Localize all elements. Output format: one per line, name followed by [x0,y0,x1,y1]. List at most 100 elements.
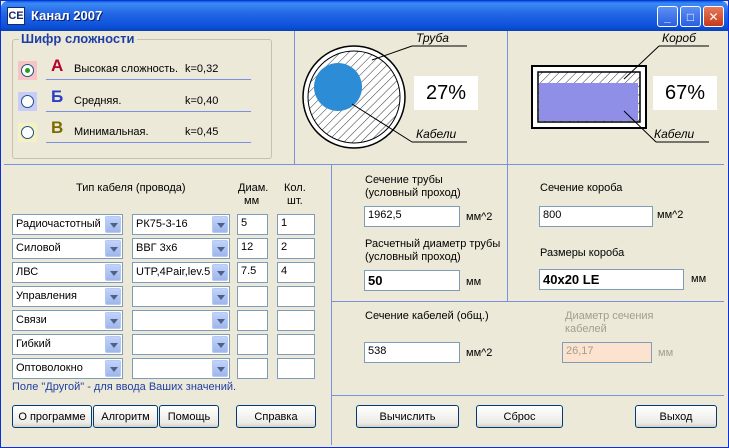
cable-mark-select[interactable]: РК75-3-16 [132,214,230,235]
complexity-b-radio[interactable] [21,95,34,108]
pipe-section-unit: мм^2 [466,211,493,223]
box-fill-percent: 67% [653,76,717,110]
complexity-c-underline [46,142,251,143]
cable-type-select[interactable]: ЛВС [12,262,123,283]
pipe-diameter-label-2: (условный проход) [365,251,461,263]
cable-mark-select[interactable]: UTP,4Pair,lev.5 [132,262,230,283]
cable-diameter-input[interactable]: 5 [237,214,268,235]
chevron-down-icon[interactable] [212,264,228,281]
complexity-c-radio[interactable] [21,126,34,139]
hint-text: Поле "Другой" - для ввода Ваших значений… [12,381,237,393]
cable-diameter-input[interactable] [237,310,268,331]
pipe-cables-label: Кабели [416,127,457,141]
separator-horizontal-top [4,164,724,165]
complexity-b-letter: Б [51,87,64,106]
complexity-c-k: k=0,45 [185,126,219,138]
cable-diameter-label-1: Диаметр сечения [565,310,654,322]
quantity-header: Кол. [284,182,306,194]
cable-mark-select[interactable]: ВВГ 3х6 [132,238,230,259]
cable-type-select[interactable]: Радиочастотный [12,214,123,235]
complexity-c-letter: В [51,118,64,137]
pipe-cables-fill [314,63,362,111]
calculate-button[interactable]: Вычислить [356,405,459,428]
cable-diameter-input[interactable] [237,334,268,355]
cable-mark-select[interactable] [132,310,230,331]
cable-diameter-unit: мм [658,347,674,359]
cable-diameter-input[interactable]: 12 [237,238,268,259]
chevron-down-icon[interactable] [212,288,228,305]
cable-quantity-input[interactable] [277,334,315,355]
algorithm-button[interactable]: Алгоритм [93,405,158,428]
window-title: Канал 2007 [31,8,103,23]
box-section-label: Сечение короба [540,182,623,194]
cable-diameter-input[interactable] [237,286,268,307]
cable-type-select[interactable]: Гибкий [12,334,123,355]
complexity-a-radio[interactable] [21,64,34,77]
complexity-b-underline [46,111,251,112]
pipe-section-field[interactable]: 1962,5 [364,206,460,227]
cable-type-select[interactable]: Оптоволокно [12,358,123,379]
pipe-section-label-2: (условный проход) [365,187,461,199]
complexity-b-k: k=0,40 [185,95,219,107]
box-size-field[interactable]: 40х20 LE [539,269,684,290]
chevron-down-icon[interactable] [212,336,228,353]
close-button[interactable]: ✕ [703,6,724,27]
chevron-down-icon[interactable] [212,216,228,233]
cable-type-value: Оптоволокно [16,362,83,374]
complexity-a-underline [46,79,251,80]
cable-quantity-input[interactable]: 2 [277,238,315,259]
box-cables-fill [539,83,638,121]
cable-type-select[interactable]: Силовой [12,238,123,259]
cable-mark-select[interactable] [132,334,230,355]
chevron-down-icon[interactable] [105,312,121,329]
exit-button[interactable]: Выход [635,405,717,428]
cable-quantity-input[interactable] [277,286,315,307]
about-button[interactable]: О программе [12,405,92,428]
app-icon: СЕ [7,7,25,25]
app-icon-text: СЕ [8,10,24,22]
chevron-down-icon[interactable] [105,336,121,353]
cable-diameter-input[interactable]: 7.5 [237,262,268,283]
cable-type-value: Радиочастотный [16,218,101,230]
cable-mark-select[interactable] [132,286,230,307]
cable-type-value: Связи [16,314,47,326]
minimize-icon: _ [664,9,671,24]
minimize-button[interactable]: _ [657,6,678,27]
pipe-fill-percent: 27% [414,76,478,110]
cable-quantity-input[interactable] [277,310,315,331]
title-bar[interactable]: СЕ Канал 2007 _ □ ✕ [1,1,728,31]
reset-button[interactable]: Сброс [476,405,563,428]
cable-diameter-field: 26,17 [562,342,652,363]
chevron-down-icon[interactable] [212,360,228,377]
cables-section-unit: мм^2 [466,347,493,359]
separator-top-right [507,31,508,301]
help-button[interactable]: Помощь [159,405,219,428]
cable-quantity-input[interactable] [277,358,315,379]
cable-type-select[interactable]: Связи [12,310,123,331]
pipe-diameter-field[interactable]: 50 [364,270,460,291]
box-label: Короб [662,31,696,45]
cable-quantity-input[interactable]: 4 [277,262,315,283]
chevron-down-icon[interactable] [105,240,121,257]
chevron-down-icon[interactable] [105,216,121,233]
chevron-down-icon[interactable] [105,288,121,305]
diameter-unit-header: мм [244,195,260,207]
pipe-label: Труба [416,31,449,45]
complexity-c-label: Минимальная. [74,126,149,138]
separator-vertical-middle [331,164,332,445]
maximize-icon: □ [686,9,695,24]
cable-quantity-input[interactable]: 1 [277,214,315,235]
separator-horizontal-mid [331,301,724,302]
maximize-button[interactable]: □ [680,6,701,27]
chevron-down-icon[interactable] [105,360,121,377]
chevron-down-icon[interactable] [105,264,121,281]
chevron-down-icon[interactable] [212,240,228,257]
chevron-down-icon[interactable] [212,312,228,329]
cable-mark-select[interactable] [132,358,230,379]
cable-diameter-input[interactable] [237,358,268,379]
cable-type-select[interactable]: Управления [12,286,123,307]
cables-section-field[interactable]: 538 [364,342,460,363]
box-cables-label: Кабели [654,127,695,141]
reference-button[interactable]: Справка [236,405,316,428]
box-section-field[interactable]: 800 [539,206,653,227]
